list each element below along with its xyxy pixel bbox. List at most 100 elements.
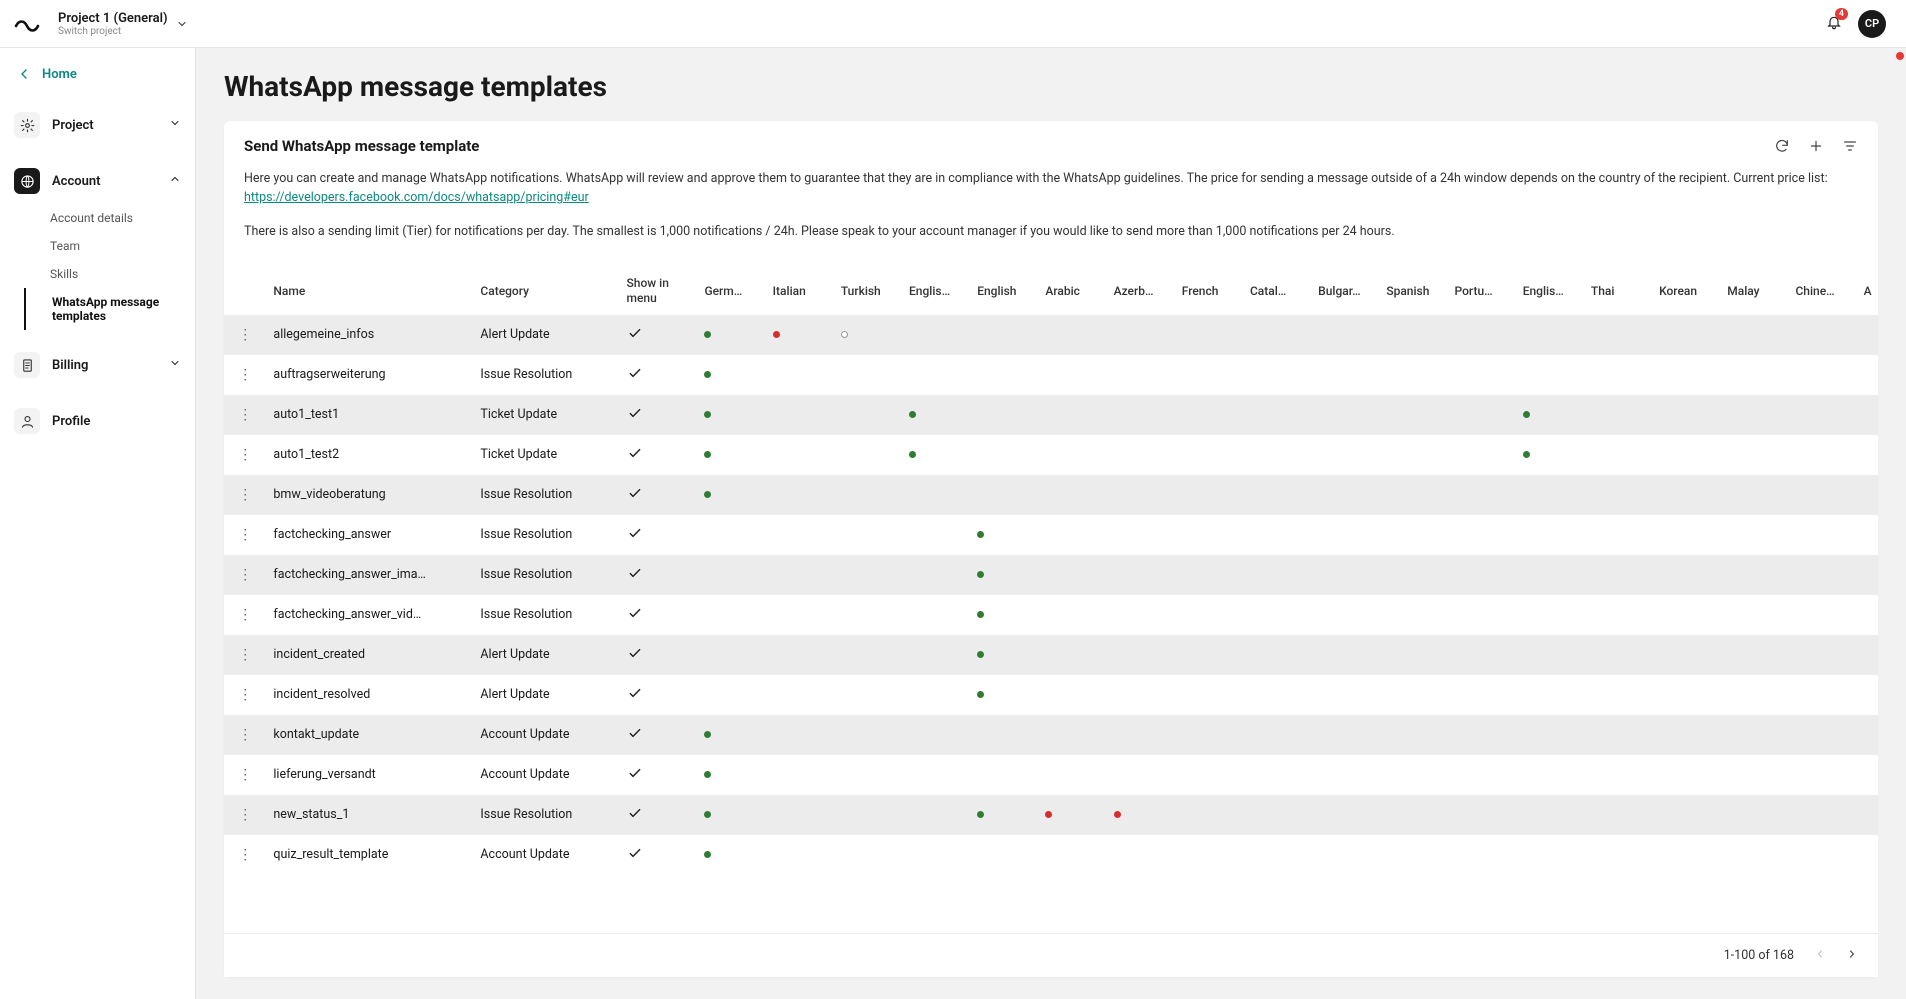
page-next[interactable] [1846,948,1858,964]
row-menu-icon[interactable]: ⋮ [238,687,251,703]
table-row[interactable]: ⋮lieferung_versandtAccount Update [224,755,1878,795]
column-header[interactable]: Germ… [696,266,764,315]
row-menu-icon[interactable]: ⋮ [238,607,251,623]
sidebar-sub-account-details[interactable]: Account details [26,204,189,232]
lang-status [1106,675,1174,715]
row-menu-icon[interactable]: ⋮ [238,447,251,463]
lang-status [1174,675,1242,715]
filter-button[interactable] [1842,138,1858,154]
column-header[interactable]: Name [265,266,472,315]
add-button[interactable] [1808,138,1824,154]
notifications-button[interactable]: 4 [1826,14,1842,34]
templates-table-wrapper[interactable]: NameCategoryShow inmenuGerm…ItalianTurki… [224,265,1878,933]
lang-status [1787,395,1855,435]
row-menu-icon[interactable]: ⋮ [238,727,251,743]
column-header[interactable]: Malay [1719,266,1787,315]
lang-status [1106,755,1174,795]
table-row[interactable]: ⋮incident_resolvedAlert Update [224,675,1878,715]
column-header[interactable]: Bulgar… [1310,266,1378,315]
lang-status [1378,395,1446,435]
column-header[interactable]: Italian [765,266,833,315]
sidebar-sub-skills[interactable]: Skills [26,260,189,288]
column-header[interactable]: Turkish [833,266,901,315]
table-row[interactable]: ⋮factchecking_answer_ima…Issue Resolutio… [224,555,1878,595]
sidebar-item-project[interactable]: Project [6,104,189,146]
lang-status [1037,355,1105,395]
table-row[interactable]: ⋮incident_createdAlert Update [224,635,1878,675]
status-dot-green [704,411,711,418]
column-header[interactable]: A [1856,266,1878,315]
lang-status [765,555,833,595]
avatar[interactable]: CP [1858,10,1886,38]
status-dot-green [1523,411,1530,418]
sidebar-sub-whatsapp-message-templates[interactable]: WhatsApp message templates [24,288,189,330]
lang-status [1242,555,1310,595]
sidebar-item-billing[interactable]: Billing [6,344,189,386]
template-category: Issue Resolution [472,795,618,835]
table-row[interactable]: ⋮kontakt_updateAccount Update [224,715,1878,755]
row-menu-icon[interactable]: ⋮ [238,367,251,383]
lang-status [1515,555,1583,595]
lang-status [969,795,1037,835]
lang-status [833,555,901,595]
lang-status [1515,635,1583,675]
sidebar-item-account[interactable]: Account [6,160,189,202]
check-icon [627,805,643,821]
lang-status [833,675,901,715]
refresh-button[interactable] [1774,138,1790,154]
table-row[interactable]: ⋮allegemeine_infosAlert Update [224,315,1878,355]
column-header[interactable]: Thai [1583,266,1651,315]
table-row[interactable]: ⋮auto1_test1Ticket Update [224,395,1878,435]
row-menu-icon[interactable]: ⋮ [238,647,251,663]
pricing-link[interactable]: https://developers.facebook.com/docs/wha… [244,190,589,205]
table-row[interactable]: ⋮quiz_result_templateAccount Update [224,835,1878,875]
column-header[interactable]: Englis… [901,266,969,315]
lang-status [1787,675,1855,715]
lang-status [696,475,764,515]
table-row[interactable]: ⋮new_status_1Issue Resolution [224,795,1878,835]
status-dot-green [704,771,711,778]
lang-status [901,755,969,795]
column-header[interactable]: Englis… [1515,266,1583,315]
lang-status [1106,515,1174,555]
column-header[interactable]: Chine… [1787,266,1855,315]
lang-status [833,755,901,795]
column-header[interactable]: Arabic [1037,266,1105,315]
page-title: WhatsApp message templates [224,70,1878,103]
column-header[interactable]: Spanish [1378,266,1446,315]
column-header[interactable]: Portu… [1447,266,1515,315]
column-header[interactable]: Azerb… [1106,266,1174,315]
lang-status [765,675,833,715]
row-menu-icon[interactable]: ⋮ [238,847,251,863]
column-header[interactable]: Show inmenu [619,266,697,315]
column-header[interactable]: Category [472,266,618,315]
sidebar-item-profile[interactable]: Profile [6,400,189,442]
column-header[interactable]: Catal… [1242,266,1310,315]
row-menu-icon[interactable]: ⋮ [238,407,251,423]
lang-status [1037,395,1105,435]
row-menu-icon[interactable]: ⋮ [238,487,251,503]
table-row[interactable]: ⋮auto1_test2Ticket Update [224,435,1878,475]
home-link[interactable]: Home [6,58,189,90]
row-menu-icon[interactable]: ⋮ [238,767,251,783]
project-switcher[interactable]: Project 1 (General) Switch project [58,11,188,37]
template-category: Issue Resolution [472,595,618,635]
lang-status [969,835,1037,875]
template-category: Account Update [472,715,618,755]
row-menu-icon[interactable]: ⋮ [238,807,251,823]
column-header[interactable]: Korean [1651,266,1719,315]
table-row[interactable]: ⋮factchecking_answerIssue Resolution [224,515,1878,555]
row-menu-icon[interactable]: ⋮ [238,527,251,543]
sidebar-sub-team[interactable]: Team [26,232,189,260]
column-header[interactable]: English [969,266,1037,315]
row-menu-icon[interactable]: ⋮ [238,567,251,583]
page-prev[interactable] [1814,948,1826,964]
column-header[interactable]: French [1174,266,1242,315]
table-row[interactable]: ⋮bmw_videoberatungIssue Resolution [224,475,1878,515]
row-menu-icon[interactable]: ⋮ [238,327,251,343]
sidebar-item-label: Billing [52,358,88,373]
receipt-icon [14,352,40,378]
table-row[interactable]: ⋮factchecking_answer_vid…Issue Resolutio… [224,595,1878,635]
lang-status [1719,595,1787,635]
table-row[interactable]: ⋮auftragserweiterungIssue Resolution [224,355,1878,395]
